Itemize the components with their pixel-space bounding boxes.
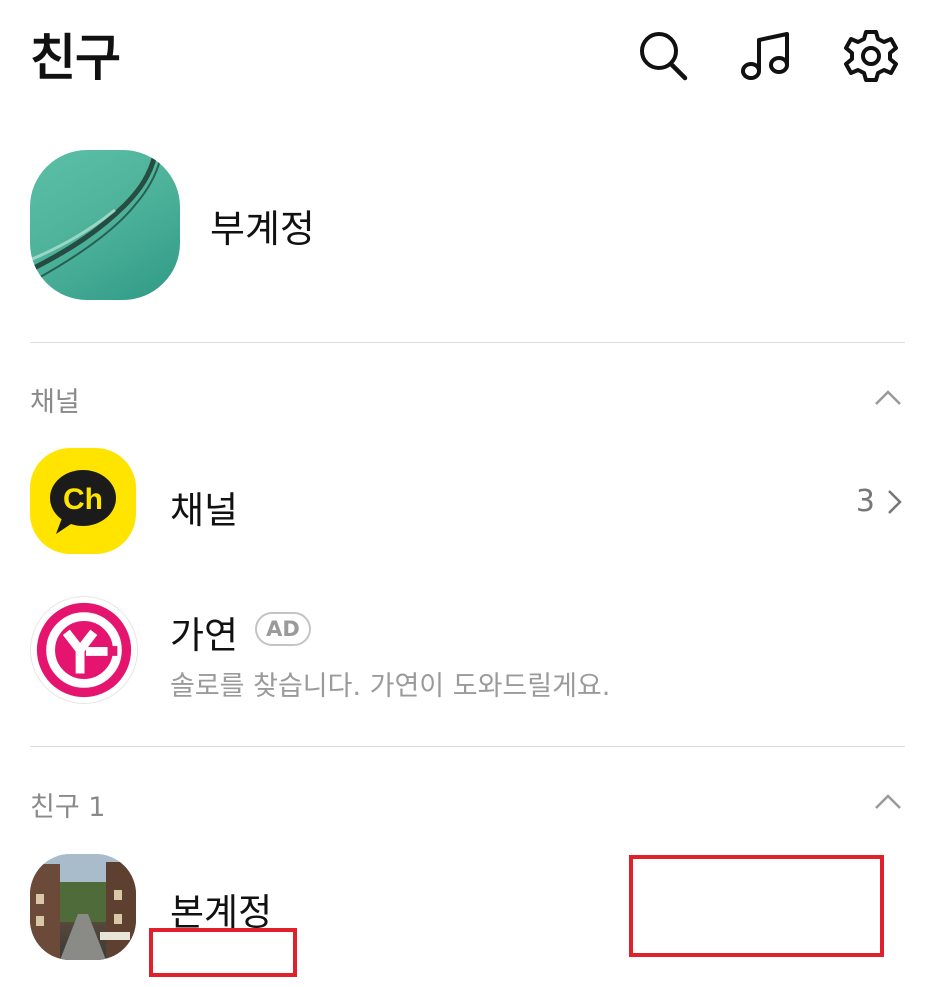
channel-section-title: 채널: [30, 387, 80, 418]
friend-avatar[interactable]: [30, 854, 136, 960]
search-icon[interactable]: [635, 28, 691, 84]
ad-badge: AD: [255, 612, 311, 646]
svg-text:Ch: Ch: [63, 483, 103, 516]
divider: [30, 342, 905, 343]
channel-logo: Ch: [30, 448, 136, 554]
gayeon-logo-icon: [36, 602, 132, 698]
street-photo-image: [30, 854, 136, 960]
gear-icon[interactable]: [843, 28, 899, 84]
top-bar: 친구: [0, 0, 933, 110]
music-note-icon[interactable]: [738, 28, 794, 84]
chevron-up-icon[interactable]: [873, 388, 903, 408]
ad-logo: [30, 596, 138, 704]
chevron-right-icon: [885, 487, 905, 517]
wave-image: [30, 154, 161, 281]
channel-row[interactable]: Ch 채널: [0, 440, 933, 565]
ad-name: 가연: [170, 614, 239, 657]
divider: [30, 746, 905, 747]
ad-description: 솔로를 찾습니다. 가연이 도와드릴게요.: [170, 671, 611, 702]
my-profile-name: 부계정: [210, 207, 315, 251]
chat-bubble-icon: Ch: [50, 470, 116, 534]
chevron-up-icon[interactable]: [873, 792, 903, 812]
friends-section-title: 친구 1: [30, 792, 106, 823]
channel-name: 채널: [170, 489, 239, 532]
channel-count: 3: [855, 484, 875, 519]
page-title: 친구: [30, 29, 121, 87]
redaction-box: [629, 855, 884, 957]
my-profile-avatar[interactable]: [30, 150, 180, 300]
redaction-box: [149, 928, 297, 977]
my-profile-row[interactable]: 부계정: [0, 120, 933, 330]
